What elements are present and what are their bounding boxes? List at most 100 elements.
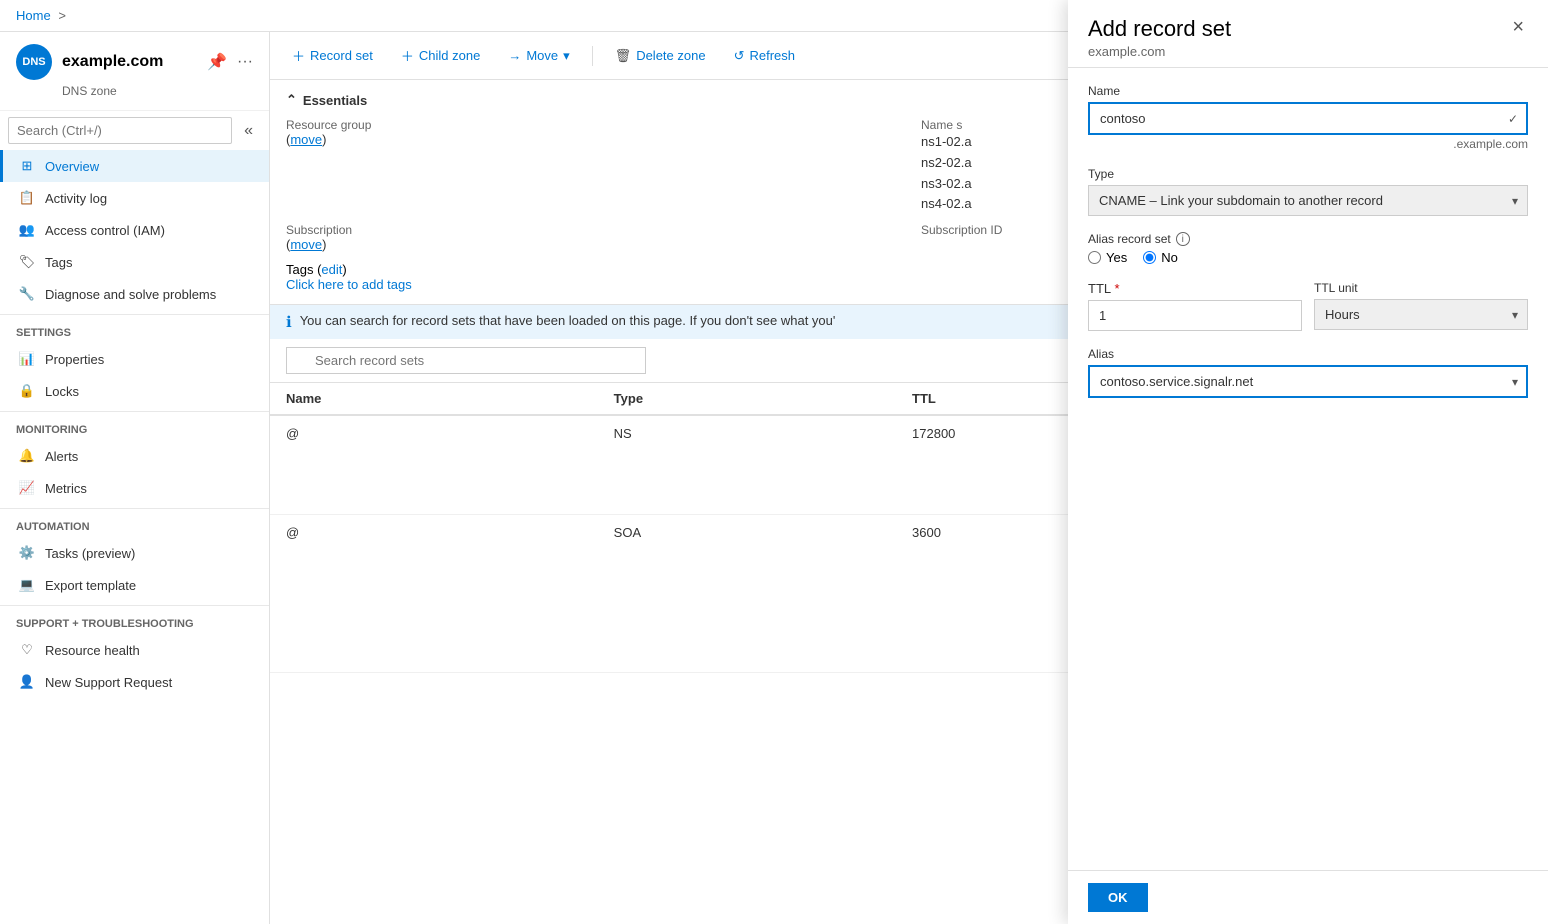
sidebar-item-alerts[interactable]: 🔔 Alerts <box>0 440 269 472</box>
nav-section-support: Support + troubleshooting <box>0 605 269 634</box>
add-icon: ＋ <box>292 46 305 65</box>
panel-body: Name ✓ .example.com Type CNAME – Link yo… <box>1068 68 1548 870</box>
sidebar-item-overview[interactable]: ⊞ Overview <box>0 150 269 182</box>
child-zone-label: Child zone <box>419 48 480 63</box>
ttl-required-marker: * <box>1114 281 1119 296</box>
ttl-unit-select[interactable]: Seconds Minutes Hours Days <box>1314 299 1528 330</box>
add-record-set-button[interactable]: ＋ Record set <box>286 42 379 69</box>
sidebar-item-diagnose[interactable]: 🔧 Diagnose and solve problems <box>0 278 269 310</box>
sidebar-item-export-label: Export template <box>45 578 136 593</box>
sidebar-item-locks[interactable]: 🔒 Locks <box>0 375 269 407</box>
type-field-label: Type <box>1088 167 1528 181</box>
name-input[interactable] <box>1088 102 1528 135</box>
resource-group-move-link[interactable]: move <box>290 132 322 147</box>
delete-zone-button[interactable]: 🗑 Delete zone <box>609 44 712 68</box>
record-search-input[interactable] <box>286 347 646 374</box>
tasks-icon: ⚙️ <box>19 545 35 561</box>
alias-yes-radio[interactable] <box>1088 251 1101 264</box>
ttl-label: TTL * <box>1088 281 1302 296</box>
ttl-unit-label: TTL unit <box>1314 281 1528 295</box>
delete-zone-label: Delete zone <box>636 48 705 63</box>
resource-group-label: Resource group <box>286 118 897 132</box>
pin-icon[interactable]: 📌 <box>207 52 227 72</box>
ttl-unit-select-wrap: Seconds Minutes Hours Days ▾ <box>1314 299 1528 330</box>
type-field-group: Type CNAME – Link your subdomain to anot… <box>1088 167 1528 216</box>
sidebar-item-tasks[interactable]: ⚙️ Tasks (preview) <box>0 537 269 569</box>
ttl-input[interactable] <box>1088 300 1302 331</box>
brand-subtitle: DNS zone <box>62 84 253 98</box>
row2-name: @ <box>270 515 598 673</box>
nav-section-automation: Automation <box>0 508 269 537</box>
panel-close-button[interactable]: × <box>1508 32 1528 39</box>
alias-no-option[interactable]: No <box>1143 250 1178 265</box>
more-icon[interactable]: ··· <box>237 53 253 71</box>
alias-record-set-label: Alias record set <box>1088 232 1171 246</box>
add-child-zone-button[interactable]: ＋ Child zone <box>395 42 486 69</box>
panel-subtitle: example.com <box>1088 44 1231 59</box>
alias-field-group: Alias ▾ <box>1088 347 1528 398</box>
sidebar-item-activity-log[interactable]: 📋 Activity log <box>0 182 269 214</box>
refresh-button[interactable]: ↺ Refresh <box>728 44 801 68</box>
row2-type: SOA <box>598 515 896 673</box>
sidebar-item-overview-label: Overview <box>45 159 99 174</box>
sidebar-item-properties-label: Properties <box>45 352 104 367</box>
type-select[interactable]: CNAME – Link your subdomain to another r… <box>1088 185 1528 216</box>
sidebar-item-resource-health[interactable]: ♡ Resource health <box>0 634 269 666</box>
alias-no-label: No <box>1161 250 1178 265</box>
resource-group-item: Resource group (move) <box>286 118 897 215</box>
subscription-move-link[interactable]: move <box>290 237 322 252</box>
metrics-icon: 📈 <box>19 480 35 496</box>
info-text: You can search for record sets that have… <box>300 313 836 328</box>
sidebar-item-diagnose-label: Diagnose and solve problems <box>45 287 216 302</box>
sidebar-item-export[interactable]: 💻 Export template <box>0 569 269 601</box>
resource-health-icon: ♡ <box>19 642 35 658</box>
properties-icon: 📊 <box>19 351 35 367</box>
sidebar-search[interactable] <box>8 117 232 144</box>
sidebar-item-iam-label: Access control (IAM) <box>45 223 165 238</box>
sidebar-item-new-support[interactable]: 👤 New Support Request <box>0 666 269 698</box>
alias-info-icon[interactable]: i <box>1176 232 1190 246</box>
home-link[interactable]: Home <box>16 8 51 23</box>
panel-header-text: Add record set example.com <box>1088 32 1231 59</box>
add-record-set-panel: Add record set example.com × Name ✓ .exa… <box>1068 32 1548 924</box>
alias-yes-option[interactable]: Yes <box>1088 250 1127 265</box>
essentials-title: Essentials <box>303 93 367 108</box>
record-set-label: Record set <box>310 48 373 63</box>
sidebar-search-input[interactable] <box>8 117 232 144</box>
col-type: Type <box>598 383 896 415</box>
tags-add-link[interactable]: Click here to add tags <box>286 277 412 292</box>
sidebar-header: DNS example.com 📌 ··· DNS zone <box>0 32 269 111</box>
collapse-button[interactable]: « <box>236 118 261 144</box>
alias-record-set-group: Alias record set i Yes No <box>1088 232 1528 265</box>
diagnose-icon: 🔧 <box>19 286 35 302</box>
alias-no-radio[interactable] <box>1143 251 1156 264</box>
tags-icon: 🏷 <box>19 254 35 270</box>
row1-name: @ <box>270 415 598 515</box>
sidebar: DNS example.com 📌 ··· DNS zone « ⊞ Overv… <box>0 32 270 924</box>
sidebar-item-iam[interactable]: 👥 Access control (IAM) <box>0 214 269 246</box>
row1-type: NS <box>598 415 896 515</box>
col-name: Name <box>270 383 598 415</box>
sidebar-brand: DNS example.com 📌 ··· <box>16 44 253 80</box>
nav-section-monitoring: Monitoring <box>0 411 269 440</box>
resource-group-value: (move) <box>286 132 897 147</box>
ok-button[interactable]: OK <box>1088 883 1148 912</box>
essentials-chevron-icon: ⌃ <box>286 92 297 108</box>
alias-record-set-label-wrap: Alias record set i <box>1088 232 1528 246</box>
move-button[interactable]: → Move ▾ <box>502 44 575 68</box>
type-select-wrap: CNAME – Link your subdomain to another r… <box>1088 185 1528 216</box>
name-field-label: Name <box>1088 84 1528 98</box>
new-support-icon: 👤 <box>19 674 35 690</box>
alias-radio-group: Yes No <box>1088 250 1528 265</box>
panel-header: Add record set example.com × <box>1068 32 1548 68</box>
alerts-icon: 🔔 <box>19 448 35 464</box>
ttl-group: TTL * TTL unit Seconds Minutes Hours <box>1088 281 1528 331</box>
sidebar-item-metrics[interactable]: 📈 Metrics <box>0 472 269 504</box>
alias-input[interactable] <box>1088 365 1528 398</box>
tags-edit-link[interactable]: edit <box>321 262 342 277</box>
breadcrumb-separator: > <box>58 8 66 23</box>
sidebar-item-tags[interactable]: 🏷 Tags <box>0 246 269 278</box>
name-input-wrap: ✓ <box>1088 102 1528 135</box>
sidebar-item-properties[interactable]: 📊 Properties <box>0 343 269 375</box>
alias-input-wrap: ▾ <box>1088 365 1528 398</box>
